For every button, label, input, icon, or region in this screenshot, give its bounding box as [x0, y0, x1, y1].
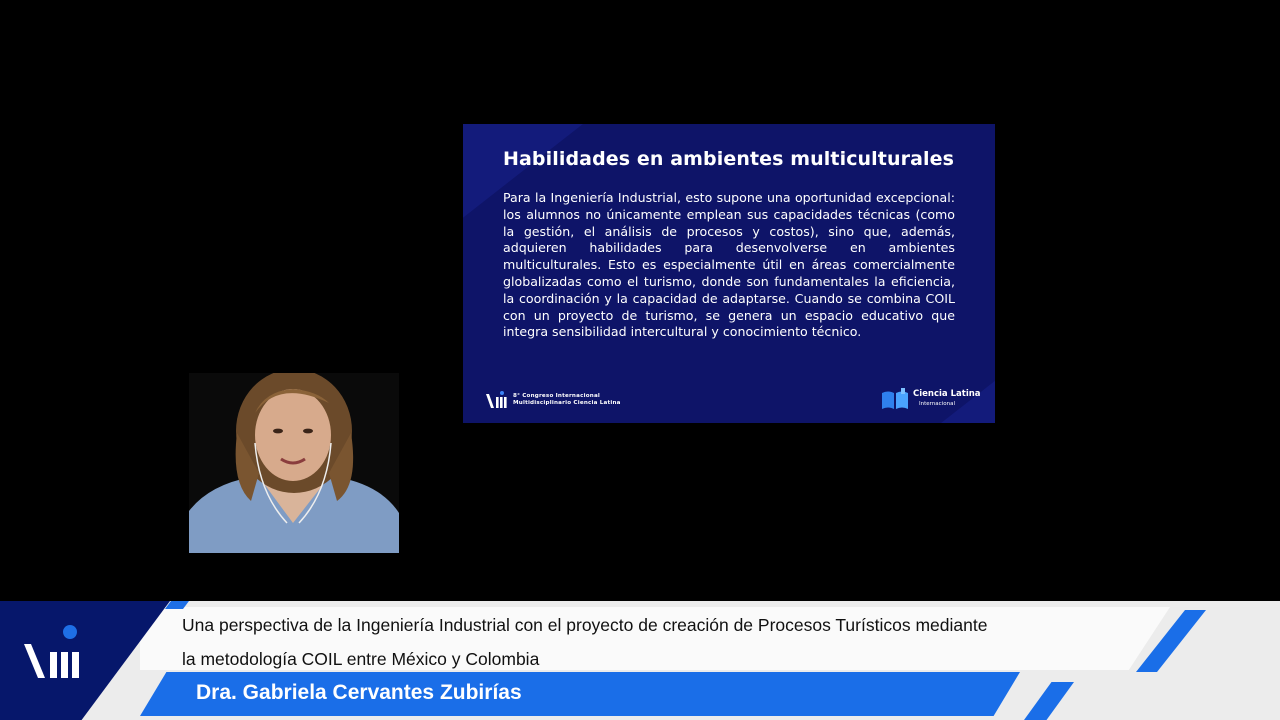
ciencia-latina-brand: Ciencia Latina: [913, 389, 981, 399]
congress-logo: 8° Congreso Internacional Multidisciplin…: [485, 390, 621, 410]
viii-logo-icon: [24, 625, 79, 678]
talk-title-line2: la metodología COIL entre México y Colom…: [182, 649, 540, 669]
viii-logo-icon: [486, 391, 507, 408]
book-logo-icon: [882, 388, 908, 409]
congress-logo-line2: Multidisciplinario Ciencia Latina: [513, 400, 621, 406]
talk-title: Una perspectiva de la Ingeniería Industr…: [182, 608, 1142, 676]
talk-title-line1: Una perspectiva de la Ingeniería Industr…: [182, 615, 988, 635]
ciencia-latina-logo: Ciencia Latina Internacional: [881, 388, 981, 410]
ciencia-latina-sub: Internacional: [919, 401, 955, 407]
presentation-slide: Habilidades en ambientes multiculturales…: [463, 124, 995, 423]
speaker-video-frame: [189, 373, 399, 553]
slide-title: Habilidades en ambientes multiculturales: [503, 148, 955, 170]
slide-body-text: Para la Ingeniería Industrial, esto supo…: [503, 190, 955, 340]
congress-logo-line1: 8° Congreso Internacional: [513, 393, 601, 399]
speaker-video: [189, 373, 399, 553]
speaker-name: Dra. Gabriela Cervantes Zubirías: [196, 681, 522, 704]
